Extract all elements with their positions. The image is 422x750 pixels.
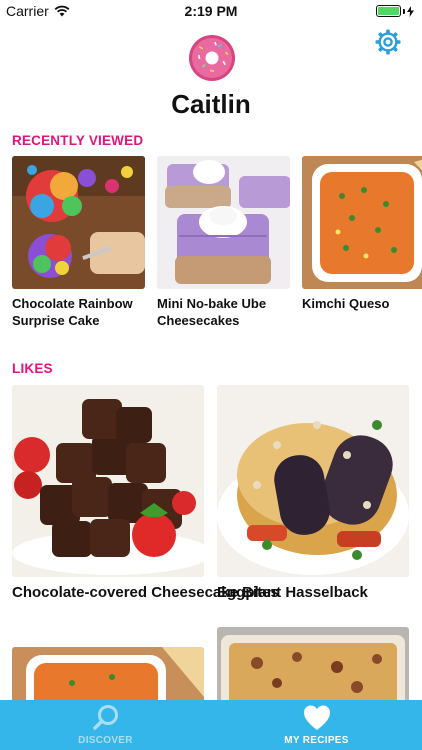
liked-item-eggplant-hasselback[interactable]: Eggplant Hasselback [217,385,409,603]
recipe-thumbnail [12,385,204,577]
tab-label-discover: DISCOVER [78,735,133,746]
profile-name: Caitlin [171,89,251,119]
battery-icon [376,5,414,17]
status-time: 2:19 PM [184,3,238,19]
liked-item-peek-right[interactable] [217,627,409,707]
recipe-thumbnail [157,156,290,289]
charging-bolt-icon [407,5,414,17]
search-icon [92,705,118,730]
tab-label-my-recipes: MY RECIPES [284,735,349,746]
likes-heading: LIKES [12,361,53,376]
recipe-title: Mini No-bake Ube Cheesecakes [157,296,267,328]
recent-item-kimchi-queso[interactable]: Kimchi Queso [302,156,422,312]
recent-item-ube-cheesecakes[interactable]: Mini No-bake Ube Cheesecakes [157,156,290,329]
recently-viewed-heading: RECENTLY VIEWED [12,133,144,148]
heart-icon [303,705,330,730]
recipe-thumbnail [12,647,204,707]
recipe-title: Eggplant Hasselback [217,584,368,601]
recipe-thumbnail [302,156,422,289]
recently-viewed-carousel[interactable]: Chocolate Rainbow Surprise Cake Mini No-… [12,156,422,336]
recipe-thumbnail [217,627,409,707]
recipe-thumbnail [12,156,145,289]
gear-icon[interactable] [374,28,402,56]
recipe-title: Kimchi Queso [302,296,390,311]
donut-avatar-icon[interactable] [188,34,236,82]
liked-item-peek-left[interactable] [12,647,204,707]
tab-discover[interactable]: DISCOVER [0,700,211,750]
tab-my-recipes[interactable]: MY RECIPES [211,700,422,750]
tab-bar: DISCOVER MY RECIPES [0,700,422,750]
recipe-thumbnail [217,385,409,577]
status-bar: Carrier 2:19 PM [0,0,422,22]
recent-item-rainbow-cake[interactable]: Chocolate Rainbow Surprise Cake [12,156,145,329]
battery-fill [378,7,399,15]
recipe-title: Chocolate Rainbow Surprise Cake [12,296,133,328]
